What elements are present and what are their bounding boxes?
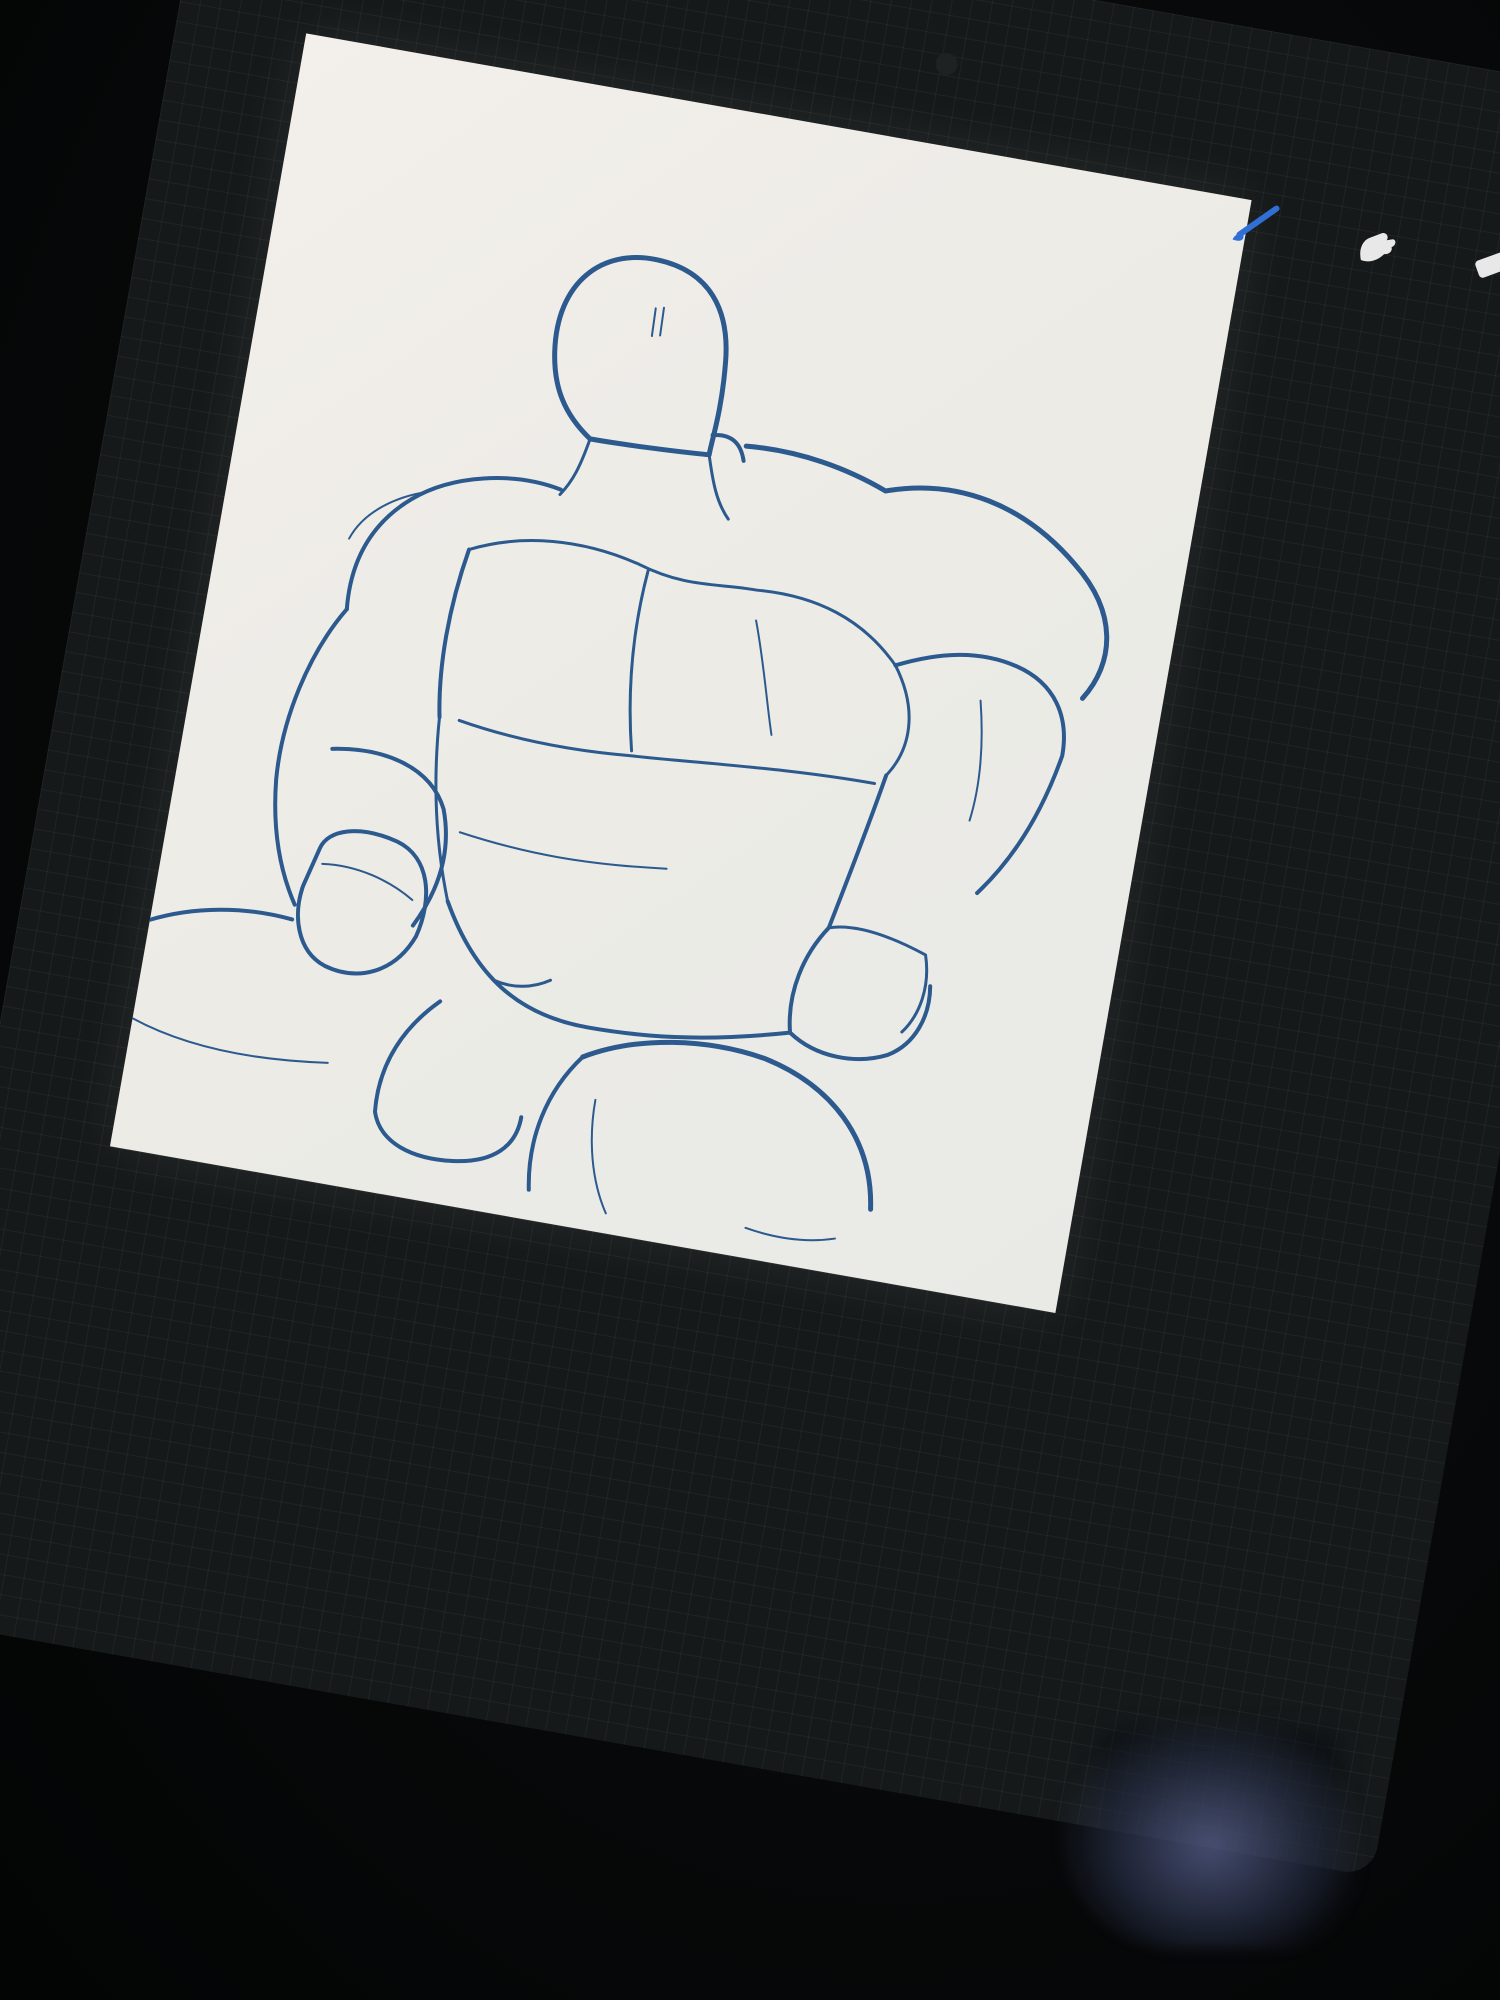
smudge-finger-icon: [1360, 233, 1396, 262]
drawing-canvas[interactable]: [109, 33, 1252, 1313]
paintbrush-icon: [1232, 205, 1280, 241]
eraser-tool-button[interactable]: [1460, 228, 1500, 298]
eraser-icon: [1475, 250, 1500, 278]
sketch-head: [552, 255, 729, 458]
sketch-drawing: [131, 255, 1110, 1242]
toolbar: [1221, 177, 1500, 332]
front-camera: [933, 51, 960, 77]
smudge-tool-button[interactable]: [1341, 208, 1411, 278]
brush-tool-button[interactable]: [1223, 187, 1293, 257]
tablet-screen: [0, 0, 1500, 1877]
photo-stage: [0, 0, 1500, 2000]
screen-reflection: [1060, 1720, 1360, 1950]
